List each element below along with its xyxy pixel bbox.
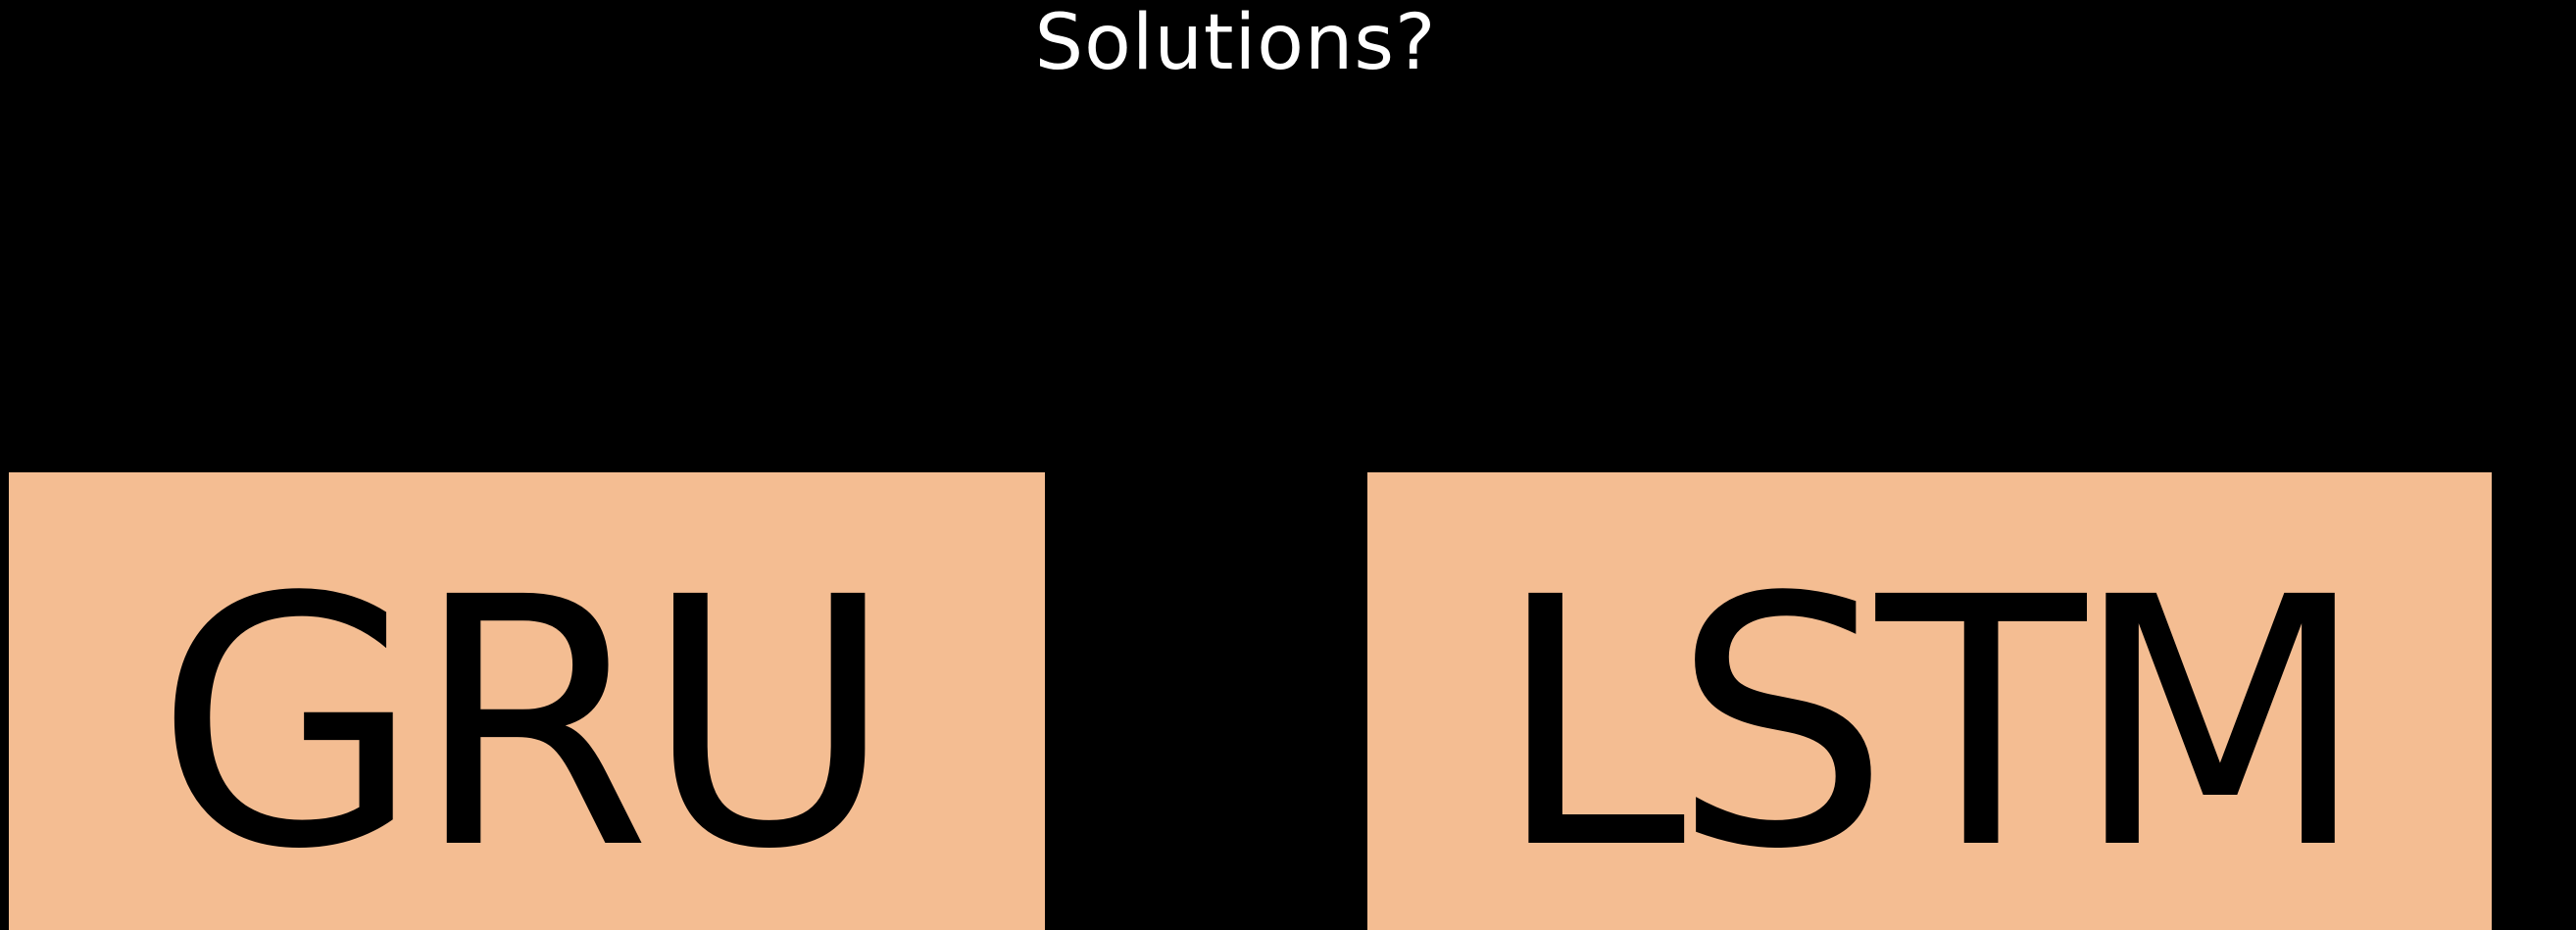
- slide-title: Solutions?: [1034, 0, 1437, 87]
- slide: Solutions? GRU LSTM: [0, 0, 2576, 930]
- lstm-label: LSTM: [1495, 524, 2368, 924]
- lstm-box: LSTM: [1367, 472, 2492, 930]
- gru-label: GRU: [155, 524, 895, 924]
- gru-box: GRU: [9, 472, 1045, 930]
